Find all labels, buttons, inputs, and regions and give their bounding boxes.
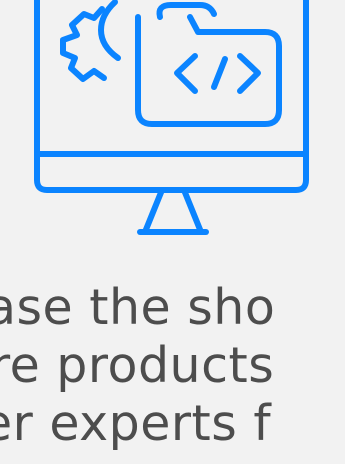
text-line-3: er experts f [0, 395, 272, 452]
text-line-1: ase the sho [0, 282, 276, 336]
computer-monitor-code-folder-icon [0, 0, 345, 250]
monitor-frame [34, 0, 309, 193]
text-block: ase the sho re products er experts f [0, 282, 345, 464]
folder-tab [156, 2, 217, 20]
code-left-bracket [174, 53, 198, 94]
code-right-bracket [237, 53, 261, 94]
code-slash [211, 56, 228, 90]
monitor-stand [142, 187, 204, 235]
gear-icon [60, 6, 107, 82]
text-line-2: re products [0, 337, 275, 394]
